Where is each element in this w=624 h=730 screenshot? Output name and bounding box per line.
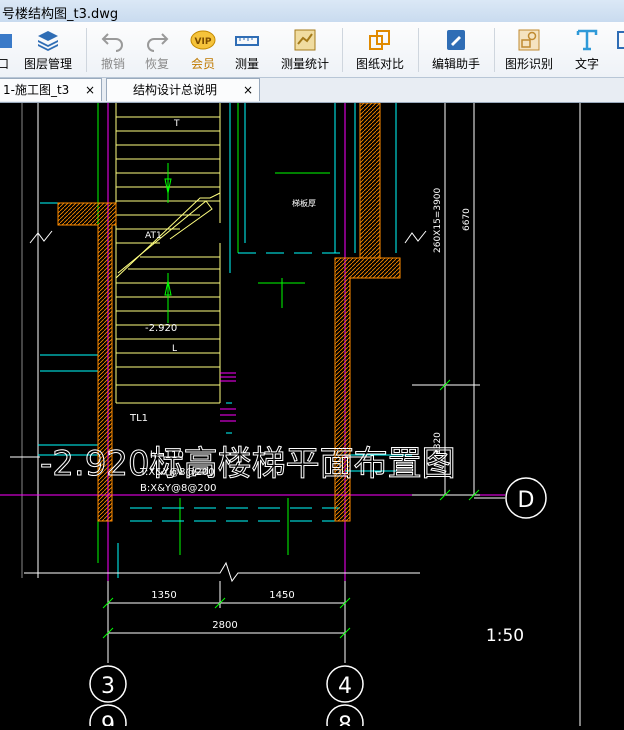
edit-assist-icon	[447, 30, 465, 50]
stair-type-label: AT1	[145, 231, 162, 241]
more-tool-icon	[617, 31, 624, 49]
axis-label-4: 4	[338, 674, 352, 699]
measure-stats-button[interactable]: 测量统计	[278, 26, 332, 74]
drawing-canvas[interactable]: T L AT1 -2.920 TL1 梯板厚 h=110 T:X&Y@8@200…	[0, 102, 624, 730]
axis-label-8: 8	[338, 713, 352, 726]
svg-text:VIP: VIP	[195, 37, 212, 47]
landing-label: 梯板厚	[292, 198, 316, 208]
bottom-dimensions: 1350 1450 2800	[102, 581, 351, 663]
elevation-label: -2.920	[145, 323, 177, 334]
close-icon[interactable]: ×	[243, 79, 253, 101]
right-dimensions: 260X15=3900 6670 1320	[412, 103, 480, 501]
toolbar-separator	[494, 28, 495, 72]
dim-1350: 1350	[151, 590, 176, 601]
ruler-icon	[235, 36, 259, 46]
shape-recognition-button[interactable]: 图形识别	[502, 26, 556, 74]
mark-up: T	[173, 119, 180, 129]
measure-button[interactable]: 测量	[230, 26, 264, 74]
shape-recognition-icon	[518, 29, 540, 51]
dim-6670: 6670	[462, 208, 472, 231]
rebar-bottom: B:X&Y@8@200	[140, 483, 216, 494]
dim-1320: 1320	[433, 432, 443, 455]
dim-2800: 2800	[212, 620, 237, 631]
axis-label-9: 9	[101, 713, 115, 726]
close-icon[interactable]: ×	[85, 79, 95, 101]
toolbar-separator	[86, 28, 87, 72]
redo-button[interactable]: 恢复	[140, 26, 174, 74]
toolbar-separator	[418, 28, 419, 72]
axis-label-3: 3	[101, 674, 115, 699]
drawing-heading: -2.920标高楼梯平面布置图	[40, 444, 456, 484]
open-icon	[0, 34, 12, 48]
layers-button[interactable]: 图层管理	[20, 26, 76, 74]
tab-construction-drawing[interactable]: 1-施工图_t3 ×	[0, 78, 102, 101]
cad-drawing: T L AT1 -2.920 TL1 梯板厚 h=110 T:X&Y@8@200…	[0, 102, 581, 730]
title-bar: 号楼结构图_t3.dwg	[0, 0, 624, 23]
document-tabs: 1-施工图_t3 × 结构设计总说明 ×	[0, 78, 624, 103]
compare-icon	[369, 30, 390, 50]
toolbar: 口 图层管理 撤销 恢复 VIP 会员 测量 测量统计 图纸对比 编辑助手 图形…	[0, 22, 624, 78]
mark-down: L	[172, 344, 177, 354]
tab-structure-notes[interactable]: 结构设计总说明 ×	[106, 78, 260, 101]
dim-1450: 1450	[269, 590, 294, 601]
open-button[interactable]: 口	[0, 26, 14, 74]
vip-icon: VIP	[190, 30, 216, 50]
dim-steps: 260X15=3900	[433, 187, 443, 253]
edit-assist-button[interactable]: 编辑助手	[428, 26, 484, 74]
measure-stats-icon	[294, 29, 316, 51]
redo-icon	[147, 33, 169, 52]
text-button[interactable]: 文字	[570, 26, 604, 74]
vip-button[interactable]: VIP 会员	[186, 26, 220, 74]
layers-icon	[38, 31, 58, 51]
toolbar-separator	[342, 28, 343, 72]
undo-icon	[101, 33, 123, 52]
undo-button[interactable]: 撤销	[96, 26, 130, 74]
drawing-scale: 1:50	[486, 626, 524, 646]
more-tool-button[interactable]	[614, 26, 624, 74]
window-title: 号楼结构图_t3.dwg	[2, 7, 119, 22]
compare-button[interactable]: 图纸对比	[352, 26, 408, 74]
beam-label: TL1	[129, 413, 148, 424]
axis-label-d: D	[518, 488, 535, 513]
text-icon	[576, 29, 598, 51]
